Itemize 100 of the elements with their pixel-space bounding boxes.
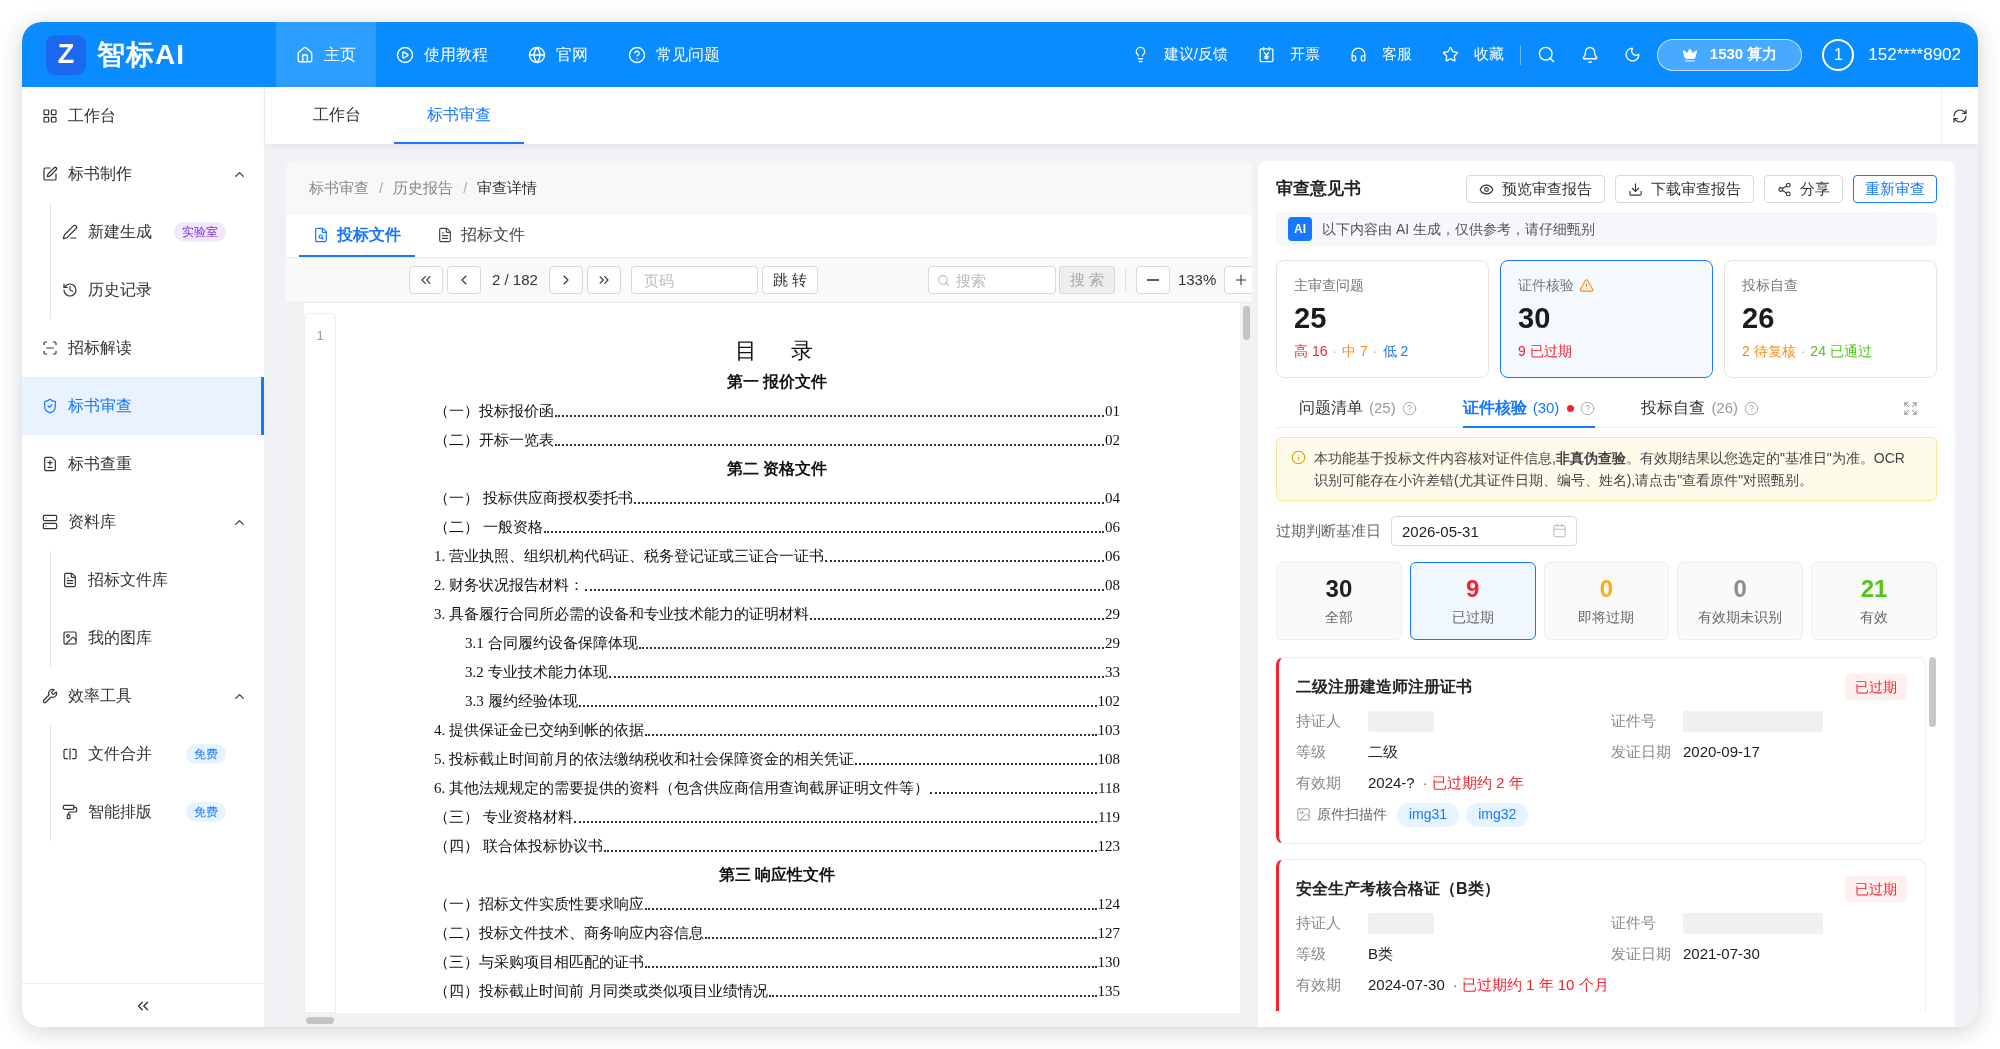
stat-breakdown: 9 已过期 (1518, 341, 1572, 361)
logo-name: 智标AI (97, 37, 185, 72)
scrollbar-thumb[interactable] (1929, 657, 1936, 727)
toc-page-number: 29 (1105, 605, 1120, 624)
theme-button[interactable] (1623, 46, 1641, 63)
home-icon (296, 45, 314, 64)
stat-value: 30 (1518, 301, 1552, 335)
scrollbar-thumb[interactable] (1242, 306, 1250, 340)
sidebar-item[interactable]: 文件合并 免费 (51, 725, 264, 783)
date-field[interactable]: 2026-05-31 (1391, 516, 1577, 546)
toc-entry: 3.2 专业技术能力体现 (465, 663, 608, 682)
search-button[interactable] (1536, 45, 1556, 64)
filter-count: 9 (1466, 575, 1480, 603)
toc-entry: （四） 联合体投标协议书 (434, 837, 603, 856)
filter-card[interactable]: 30 全部 (1276, 562, 1402, 640)
separator-dot: · (1372, 341, 1378, 361)
scan-file-chip[interactable]: img31 (1397, 802, 1460, 827)
sidebar-item[interactable]: 智能排版 免费 (51, 783, 264, 841)
sidebar-item[interactable]: 新建生成 实验室 (51, 203, 264, 261)
date-label: 过期判断基准日 (1276, 520, 1381, 541)
sidebar-item[interactable]: 招标文件库 (51, 551, 264, 609)
file-diff-icon (42, 456, 58, 472)
file-search-icon (313, 227, 329, 243)
action-button[interactable]: 预览审查报告 (1466, 175, 1605, 203)
paint-roller-icon (62, 804, 78, 820)
notice-text: 本功能基于投标文件内容核对证件信息,非真伪查验。有效期结果以您选定的"基准日"为准。OCR识别可能存在小许差错(尤其证件日期、编号、姓名),请点击"查看原件"对照甄别。 (1314, 449, 1906, 490)
toc-entry: （一）招标文件实质性要求响应 (434, 895, 644, 914)
sidebar-item[interactable]: 标书制作 (22, 145, 264, 203)
page-number-input[interactable]: 页码 (630, 266, 758, 294)
toc-page-number: 33 (1105, 663, 1120, 682)
action-button[interactable]: 下载审查报告 (1615, 175, 1754, 203)
breadcrumb-separator: / (463, 177, 468, 198)
filter-card[interactable]: 0 有效期未识别 (1677, 562, 1804, 640)
action-button[interactable]: 分享 (1764, 175, 1843, 203)
eye-icon (1479, 181, 1494, 197)
toc-entry: （四）投标截止时间前 月同类或类似项目业绩情况 (434, 982, 768, 1001)
toc-entry: （一）投标报价函 (434, 402, 554, 421)
action-button[interactable]: 重新审查 (1853, 175, 1937, 203)
document-title: 目 录 (735, 336, 819, 365)
toc-page-number: 06 (1105, 518, 1120, 537)
section-heading: 第一 报价文件 (727, 371, 827, 392)
filter-card[interactable]: 0 即将过期 (1543, 562, 1670, 640)
notifications-button[interactable] (1580, 45, 1599, 64)
last-page-button[interactable] (586, 266, 621, 294)
jump-button[interactable]: 跳 转 (761, 266, 818, 294)
toc-page-number: 06 (1105, 547, 1120, 566)
sidebar-item[interactable]: 历史记录 (51, 261, 264, 319)
line-number: 1 (316, 327, 324, 345)
first-page-button[interactable] (409, 266, 443, 294)
toc-entry: 5. 投标截止时间前月的依法缴纳税收和社会保障资金的相关凭证 (434, 750, 854, 769)
sidebar-item[interactable]: 标书查重 (22, 435, 264, 493)
expiry-note: · 已过期约 1 年 10 个月 (1452, 975, 1609, 996)
file-text-icon (62, 572, 78, 588)
toc-page-number: 135 (1097, 982, 1120, 1001)
sidebar-item[interactable]: 我的图库 (51, 609, 264, 667)
crown-icon (1681, 46, 1698, 63)
field-value: B类 (1368, 944, 1393, 965)
breadcrumb-link[interactable]: 历史报告 (393, 176, 454, 200)
zoom-in-button[interactable] (1224, 266, 1252, 294)
expiry-note: · 已过期约 2 年 (1422, 773, 1524, 794)
review-tab[interactable]: 问题清单 (25) (1299, 390, 1417, 428)
sidebar-item[interactable]: 工作台 (22, 87, 264, 145)
search-icon (1536, 45, 1556, 64)
stat-label: 主审查问题 (1294, 275, 1364, 295)
image-icon (62, 630, 78, 646)
sidebar-item[interactable]: 标书审查 (22, 377, 264, 435)
field-value: 2021-07-30 (1683, 944, 1760, 965)
status-badge: 已过期 (1845, 876, 1907, 902)
expand-icon (1903, 401, 1918, 416)
breadcrumb-link[interactable]: 标书审查 (309, 176, 369, 200)
breadcrumb-current: 审查详情 (477, 177, 538, 198)
toc-entry: （三） 专业资格材料 (434, 808, 573, 827)
history-icon (62, 282, 78, 298)
toc-page-number: 123 (1097, 837, 1120, 856)
zoom-out-button[interactable] (1135, 266, 1170, 294)
scan-file-chip[interactable]: img32 (1466, 802, 1529, 827)
stat-card[interactable]: 投标自查 26 2 待复核 · 24 已通过 (1724, 260, 1937, 378)
stat-card[interactable]: 证件核验 30 9 已过期 (1500, 260, 1713, 378)
stat-card[interactable]: 主审查问题 25 高 16 · 中 7 · 低 2 (1276, 260, 1489, 378)
filter-count: 21 (1860, 575, 1888, 603)
help-icon (1401, 400, 1417, 416)
next-page-button[interactable] (548, 266, 583, 294)
page-tab[interactable]: 工作台 (280, 87, 394, 144)
previous-page-button[interactable] (447, 266, 481, 294)
horizontal-scrollbar-thumb[interactable] (306, 1016, 334, 1024)
sidebar-item[interactable]: 招标解读 (22, 319, 264, 377)
document-tab[interactable]: 招标文件 (423, 215, 539, 257)
toc-page-number: 08 (1105, 576, 1120, 595)
review-tab[interactable]: 投标自查 (26) (1641, 390, 1760, 428)
filter-card[interactable]: 21 有效 (1811, 562, 1937, 640)
merge-icon (62, 746, 78, 762)
search-field[interactable]: 搜索 (927, 266, 1056, 294)
toc-page-number: 119 (1098, 808, 1120, 827)
minus-icon (1146, 279, 1159, 281)
refresh-button[interactable] (1952, 107, 1968, 124)
sidebar-item[interactable]: 资料库 (22, 493, 264, 551)
filter-card[interactable]: 9 已过期 (1409, 562, 1536, 640)
sidebar-item[interactable]: 效率工具 (22, 667, 264, 725)
stat-breakdown: 2 待复核 (1742, 341, 1796, 361)
review-tab[interactable]: 证件核验 (30) (1462, 390, 1596, 428)
